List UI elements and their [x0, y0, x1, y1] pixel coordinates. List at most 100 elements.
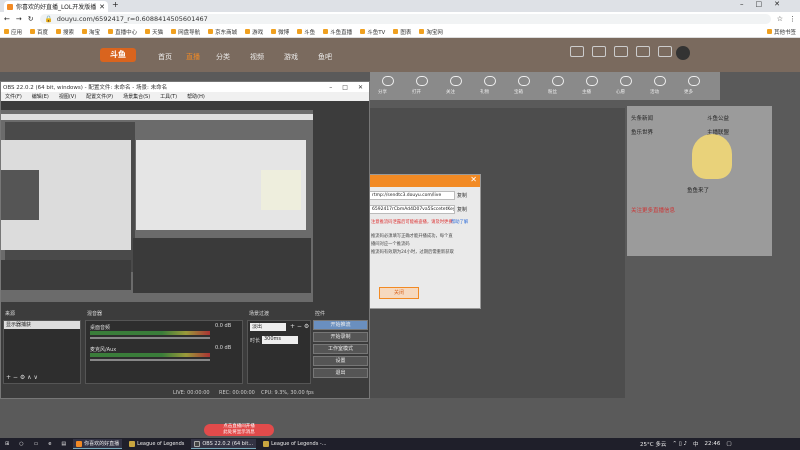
menu-edit[interactable]: 编辑(E) — [32, 93, 49, 100]
dialog-close-button[interactable]: 关闭 — [379, 287, 419, 299]
upload-icon[interactable] — [658, 46, 672, 57]
rtmp-url-field[interactable]: rtmp://sendtc3.douyu.com/live — [369, 191, 455, 200]
wish-icon[interactable] — [620, 76, 632, 86]
nav-video[interactable]: 视频 — [250, 52, 264, 62]
start-icon[interactable]: ⊞ — [2, 439, 12, 449]
settings-button[interactable]: 设置 — [313, 356, 368, 366]
ime-indicator[interactable]: 中 — [693, 440, 699, 448]
history-icon[interactable] — [570, 46, 584, 57]
menu-scene-collection[interactable]: 场景集合(S) — [123, 93, 150, 100]
exit-button[interactable]: 退出 — [313, 368, 368, 378]
help-link[interactable]: 帮助了解 — [451, 219, 468, 225]
bookmark-item[interactable]: 京东商城 — [208, 28, 237, 36]
taskbar-app-lol2[interactable]: League of Legends -... — [260, 439, 329, 449]
douyu-favicon-icon — [7, 3, 13, 10]
start-stream-button[interactable]: 开始推流 — [313, 320, 368, 330]
bookmark-item[interactable]: 搜索 — [56, 28, 74, 36]
back-icon[interactable]: ← — [4, 15, 10, 23]
bookmark-item[interactable]: 斗鱼 — [297, 28, 315, 36]
chest-icon[interactable] — [518, 76, 530, 86]
transition-select[interactable]: 淡出 — [250, 323, 286, 331]
bookmark-item[interactable]: 应用 — [4, 28, 22, 36]
nav-category[interactable]: 分类 — [216, 52, 230, 62]
bookmark-item[interactable]: 网盘导航 — [171, 28, 200, 36]
message-icon[interactable] — [614, 46, 628, 57]
window-controls[interactable]: –□✕ — [740, 0, 792, 8]
weather[interactable]: 25°C 多云 — [640, 440, 666, 448]
copy-url-button[interactable]: 复制 — [457, 192, 467, 199]
nav-home[interactable]: 首页 — [158, 52, 172, 62]
browser-tab[interactable]: 你喜欢的好直播_LOL开发版播 ✕ — [4, 1, 108, 12]
follow-icon[interactable] — [450, 76, 462, 86]
fans-icon[interactable] — [552, 76, 564, 86]
new-tab-icon[interactable]: + — [112, 0, 119, 9]
reload-icon[interactable]: ↻ — [28, 15, 34, 23]
other-bookmarks[interactable]: 其他书签 — [766, 28, 796, 36]
gift-icon[interactable] — [484, 76, 496, 86]
close-tab-icon[interactable]: ✕ — [99, 3, 105, 11]
event-icon[interactable] — [654, 76, 666, 86]
notification-icon[interactable]: ▢ — [726, 441, 731, 447]
taskbar-app-obs[interactable]: OBS 22.0.2 (64 bit... — [191, 439, 257, 449]
volume-slider[interactable] — [90, 359, 210, 361]
source-add-icon[interactable]: + − ⚙ ∧ ∨ — [6, 374, 38, 381]
studio-mode-button[interactable]: 工作室模式 — [313, 344, 368, 354]
edge-icon[interactable]: e — [45, 439, 54, 449]
douyu-logo[interactable]: 斗鱼 — [100, 48, 136, 62]
nav-fishbar[interactable]: 鱼吧 — [318, 52, 332, 62]
task-view-icon[interactable]: ▭ — [31, 439, 42, 449]
menu-file[interactable]: 文件(F) — [5, 93, 22, 100]
avatar[interactable] — [676, 46, 690, 60]
follow-icon[interactable] — [592, 46, 606, 57]
bookmark-item[interactable]: 淘宝网 — [419, 28, 443, 36]
bookmark-item[interactable]: 游戏 — [245, 28, 263, 36]
menu-profile[interactable]: 配置文件(P) — [86, 93, 113, 100]
transition-add-icon[interactable]: + − ⚙ — [290, 323, 309, 330]
search-icon[interactable]: ○ — [16, 439, 26, 449]
bookmark-item[interactable]: 直播中心 — [108, 28, 137, 36]
close-icon[interactable]: ✕ — [358, 84, 363, 91]
source-item[interactable]: 显示器捕获 — [4, 321, 80, 329]
taskbar-app-browser[interactable]: 你喜欢的好直播 — [73, 439, 123, 449]
bookmark-item[interactable]: 淘宝 — [82, 28, 100, 36]
more-icon[interactable] — [688, 76, 700, 86]
bookmark-item[interactable]: 天猫 — [145, 28, 163, 36]
menu-view[interactable]: 视图(V) — [59, 93, 76, 100]
close-icon[interactable]: ✕ — [470, 175, 477, 184]
minimize-icon[interactable]: – — [329, 84, 332, 91]
copy-key-button[interactable]: 复制 — [457, 206, 467, 213]
controls-header: 控件 — [315, 311, 326, 317]
menu-help[interactable]: 帮助(H) — [187, 93, 205, 100]
url-field[interactable]: 🔒 douyu.com/6592417_r=0.6088414505601467 — [39, 14, 771, 24]
nav-game[interactable]: 游戏 — [284, 52, 298, 62]
duration-field[interactable]: 300ms — [262, 336, 298, 344]
download-icon[interactable] — [636, 46, 650, 57]
bookmark-item[interactable]: 百度 — [30, 28, 48, 36]
stream-key-field[interactable]: 6592417rCbmAd4D07va5SccetetKey — [369, 205, 455, 214]
star-icon[interactable]: ☆ — [777, 15, 783, 23]
dialog-header: ✕ — [369, 175, 480, 187]
notification-toast[interactable]: 点击直播间开播 此处将显示消息 — [204, 424, 274, 436]
tray-icons[interactable]: ⌃ ▯ ♪ — [672, 441, 687, 447]
bookmark-item[interactable]: 斗鱼直播 — [323, 28, 352, 36]
bookmark-item[interactable]: 图表 — [393, 28, 411, 36]
obs-preview[interactable] — [1, 110, 313, 302]
nav-live[interactable]: 直播 — [186, 52, 200, 62]
forward-icon[interactable]: → — [16, 15, 22, 23]
start-record-button[interactable]: 开始录制 — [313, 332, 368, 342]
maximize-icon[interactable]: □ — [342, 84, 348, 91]
bookmark-item[interactable]: 微博 — [271, 28, 289, 36]
tab-title: 你喜欢的好直播_LOL开发版播 — [16, 4, 97, 11]
taskbar-app-lol[interactable]: League of Legends — [126, 439, 187, 449]
open-icon[interactable] — [416, 76, 428, 86]
share-icon[interactable] — [382, 76, 394, 86]
volume-slider[interactable] — [90, 337, 210, 339]
mixer-track: 桌面音频 0.0 dB — [90, 323, 240, 343]
bookmark-item[interactable]: 斗鱼TV — [360, 28, 385, 36]
menu-icon[interactable]: ⋮ — [789, 15, 796, 23]
menu-tools[interactable]: 工具(T) — [160, 93, 177, 100]
anchor-icon[interactable] — [586, 76, 598, 86]
explorer-icon[interactable]: ▤ — [58, 439, 69, 449]
clock[interactable]: 22:46 — [705, 441, 721, 447]
right-panel: 头条新闻 斗鱼公益 鱼乐世界 主播联盟 鱼鱼来了 关注更多直播信息 — [627, 106, 772, 256]
